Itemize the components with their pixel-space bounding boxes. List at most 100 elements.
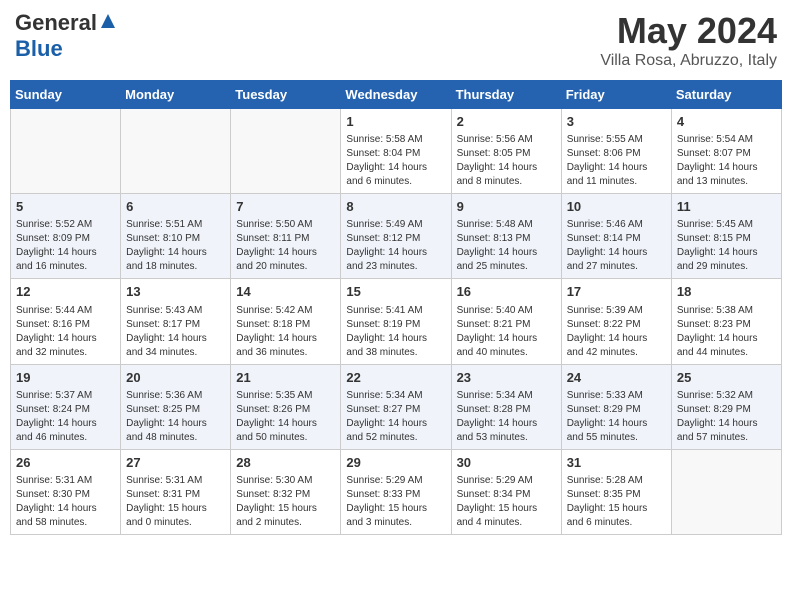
calendar-cell: 18 Sunrise: 5:38 AM Sunset: 8:23 PM Dayli… — [671, 279, 781, 364]
day-of-week-header: Thursday — [451, 81, 561, 109]
day-of-week-header: Sunday — [11, 81, 121, 109]
calendar-week-row: 1 Sunrise: 5:58 AM Sunset: 8:04 PM Daylig… — [11, 109, 782, 194]
day-info: Sunrise: 5:31 AM Sunset: 8:31 PM Dayligh… — [126, 474, 225, 530]
calendar-cell: 21Sunrise: 5:35 AM Sunset: 8:26 PM Dayli… — [231, 364, 341, 449]
day-info: Sunrise: 5:33 AM Sunset: 8:29 PM Dayligh… — [567, 389, 666, 445]
calendar-cell: 13 Sunrise: 5:43 AM Sunset: 8:17 PM Dayli… — [121, 279, 231, 364]
day-number: 17 — [567, 283, 666, 301]
calendar-cell: 11 Sunrise: 5:45 AM Sunset: 8:15 PM Dayli… — [671, 194, 781, 279]
calendar-cell: 8 Sunrise: 5:49 AM Sunset: 8:12 PM Daylig… — [341, 194, 451, 279]
location-text: Villa Rosa, Abruzzo, Italy — [600, 52, 777, 70]
day-number: 3 — [567, 113, 666, 131]
calendar-cell: 9 Sunrise: 5:48 AM Sunset: 8:13 PM Daylig… — [451, 194, 561, 279]
day-info: Sunrise: 5:48 AM Sunset: 8:13 PM Dayligh… — [457, 218, 556, 274]
day-info: Sunrise: 5:39 AM Sunset: 8:22 PM Dayligh… — [567, 304, 666, 360]
day-info: Sunrise: 5:43 AM Sunset: 8:17 PM Dayligh… — [126, 304, 225, 360]
day-of-week-header: Monday — [121, 81, 231, 109]
calendar-cell: 20 Sunrise: 5:36 AM Sunset: 8:25 PM Dayli… — [121, 364, 231, 449]
day-info: Sunrise: 5:38 AM Sunset: 8:23 PM Dayligh… — [677, 304, 776, 360]
day-info: Sunrise: 5:36 AM Sunset: 8:25 PM Dayligh… — [126, 389, 225, 445]
calendar-cell — [231, 109, 341, 194]
calendar-week-row: 12 Sunrise: 5:44 AM Sunset: 8:16 PM Dayli… — [11, 279, 782, 364]
calendar-week-row: 26 Sunrise: 5:31 AM Sunset: 8:30 PM Dayli… — [11, 449, 782, 534]
logo: General Blue — [15, 10, 117, 62]
day-number: 5 — [16, 198, 115, 216]
day-number: 13 — [126, 283, 225, 301]
day-number: 30 — [457, 454, 556, 472]
calendar-cell: 17 Sunrise: 5:39 AM Sunset: 8:22 PM Dayli… — [561, 279, 671, 364]
day-number: 9 — [457, 198, 556, 216]
calendar-cell: 25 Sunrise: 5:32 AM Sunset: 8:29 PM Dayli… — [671, 364, 781, 449]
calendar-cell: 16 Sunrise: 5:40 AM Sunset: 8:21 PM Dayli… — [451, 279, 561, 364]
day-info: Sunrise: 5:42 AM Sunset: 8:18 PM Dayligh… — [236, 304, 335, 360]
calendar-table: SundayMondayTuesdayWednesdayThursdayFrid… — [10, 80, 782, 535]
day-number: 25 — [677, 369, 776, 387]
day-number: 12 — [16, 283, 115, 301]
day-info: Sunrise: 5:56 AM Sunset: 8:05 PM Dayligh… — [457, 133, 556, 189]
day-info: Sunrise: 5:44 AM Sunset: 8:16 PM Dayligh… — [16, 304, 115, 360]
day-info: Sunrise: 5:50 AM Sunset: 8:11 PM Dayligh… — [236, 218, 335, 274]
day-info: Sunrise: 5:49 AM Sunset: 8:12 PM Dayligh… — [346, 218, 445, 274]
day-number: 23 — [457, 369, 556, 387]
day-number: 15 — [346, 283, 445, 301]
day-info: Sunrise: 5:54 AM Sunset: 8:07 PM Dayligh… — [677, 133, 776, 189]
day-info: Sunrise: 5:32 AM Sunset: 8:29 PM Dayligh… — [677, 389, 776, 445]
day-number: 26 — [16, 454, 115, 472]
day-info: Sunrise: 5:29 AM Sunset: 8:34 PM Dayligh… — [457, 474, 556, 530]
calendar-cell: 28Sunrise: 5:30 AM Sunset: 8:32 PM Dayli… — [231, 449, 341, 534]
calendar-cell: 29 Sunrise: 5:29 AM Sunset: 8:33 PM Dayli… — [341, 449, 451, 534]
days-header-row: SundayMondayTuesdayWednesdayThursdayFrid… — [11, 81, 782, 109]
calendar-week-row: 5Sunrise: 5:52 AM Sunset: 8:09 PM Daylig… — [11, 194, 782, 279]
day-number: 16 — [457, 283, 556, 301]
day-of-week-header: Friday — [561, 81, 671, 109]
calendar-cell: 24Sunrise: 5:33 AM Sunset: 8:29 PM Dayli… — [561, 364, 671, 449]
day-info: Sunrise: 5:37 AM Sunset: 8:24 PM Dayligh… — [16, 389, 115, 445]
day-of-week-header: Tuesday — [231, 81, 341, 109]
calendar-cell: 14Sunrise: 5:42 AM Sunset: 8:18 PM Dayli… — [231, 279, 341, 364]
day-info: Sunrise: 5:45 AM Sunset: 8:15 PM Dayligh… — [677, 218, 776, 274]
calendar-cell — [671, 449, 781, 534]
day-info: Sunrise: 5:46 AM Sunset: 8:14 PM Dayligh… — [567, 218, 666, 274]
day-info: Sunrise: 5:35 AM Sunset: 8:26 PM Dayligh… — [236, 389, 335, 445]
day-number: 2 — [457, 113, 556, 131]
day-number: 22 — [346, 369, 445, 387]
day-info: Sunrise: 5:41 AM Sunset: 8:19 PM Dayligh… — [346, 304, 445, 360]
calendar-cell: 23 Sunrise: 5:34 AM Sunset: 8:28 PM Dayli… — [451, 364, 561, 449]
day-info: Sunrise: 5:28 AM Sunset: 8:35 PM Dayligh… — [567, 474, 666, 530]
calendar-cell: 26 Sunrise: 5:31 AM Sunset: 8:30 PM Dayli… — [11, 449, 121, 534]
day-info: Sunrise: 5:55 AM Sunset: 8:06 PM Dayligh… — [567, 133, 666, 189]
day-info: Sunrise: 5:34 AM Sunset: 8:28 PM Dayligh… — [457, 389, 556, 445]
calendar-cell: 30 Sunrise: 5:29 AM Sunset: 8:34 PM Dayli… — [451, 449, 561, 534]
day-info: Sunrise: 5:31 AM Sunset: 8:30 PM Dayligh… — [16, 474, 115, 530]
calendar-cell — [121, 109, 231, 194]
calendar-cell: 19 Sunrise: 5:37 AM Sunset: 8:24 PM Dayli… — [11, 364, 121, 449]
day-number: 6 — [126, 198, 225, 216]
title-section: May 2024 Villa Rosa, Abruzzo, Italy — [600, 10, 777, 70]
day-number: 8 — [346, 198, 445, 216]
logo-general-text: General — [15, 10, 97, 36]
day-number: 7 — [236, 198, 335, 216]
calendar-cell: 4 Sunrise: 5:54 AM Sunset: 8:07 PM Daylig… — [671, 109, 781, 194]
day-number: 27 — [126, 454, 225, 472]
day-of-week-header: Wednesday — [341, 81, 451, 109]
day-info: Sunrise: 5:40 AM Sunset: 8:21 PM Dayligh… — [457, 304, 556, 360]
day-number: 4 — [677, 113, 776, 131]
calendar-cell: 31Sunrise: 5:28 AM Sunset: 8:35 PM Dayli… — [561, 449, 671, 534]
day-number: 11 — [677, 198, 776, 216]
logo-icon — [99, 12, 117, 30]
day-number: 10 — [567, 198, 666, 216]
calendar-cell: 7 Sunrise: 5:50 AM Sunset: 8:11 PM Daylig… — [231, 194, 341, 279]
day-number: 19 — [16, 369, 115, 387]
calendar-cell: 27 Sunrise: 5:31 AM Sunset: 8:31 PM Dayli… — [121, 449, 231, 534]
day-info: Sunrise: 5:29 AM Sunset: 8:33 PM Dayligh… — [346, 474, 445, 530]
day-number: 1 — [346, 113, 445, 131]
day-number: 20 — [126, 369, 225, 387]
day-number: 29 — [346, 454, 445, 472]
calendar-cell: 15 Sunrise: 5:41 AM Sunset: 8:19 PM Dayli… — [341, 279, 451, 364]
day-info: Sunrise: 5:34 AM Sunset: 8:27 PM Dayligh… — [346, 389, 445, 445]
page-header: General Blue May 2024 Villa Rosa, Abruzz… — [10, 10, 782, 70]
day-of-week-header: Saturday — [671, 81, 781, 109]
day-info: Sunrise: 5:58 AM Sunset: 8:04 PM Dayligh… — [346, 133, 445, 189]
calendar-cell: 2 Sunrise: 5:56 AM Sunset: 8:05 PM Daylig… — [451, 109, 561, 194]
day-number: 18 — [677, 283, 776, 301]
